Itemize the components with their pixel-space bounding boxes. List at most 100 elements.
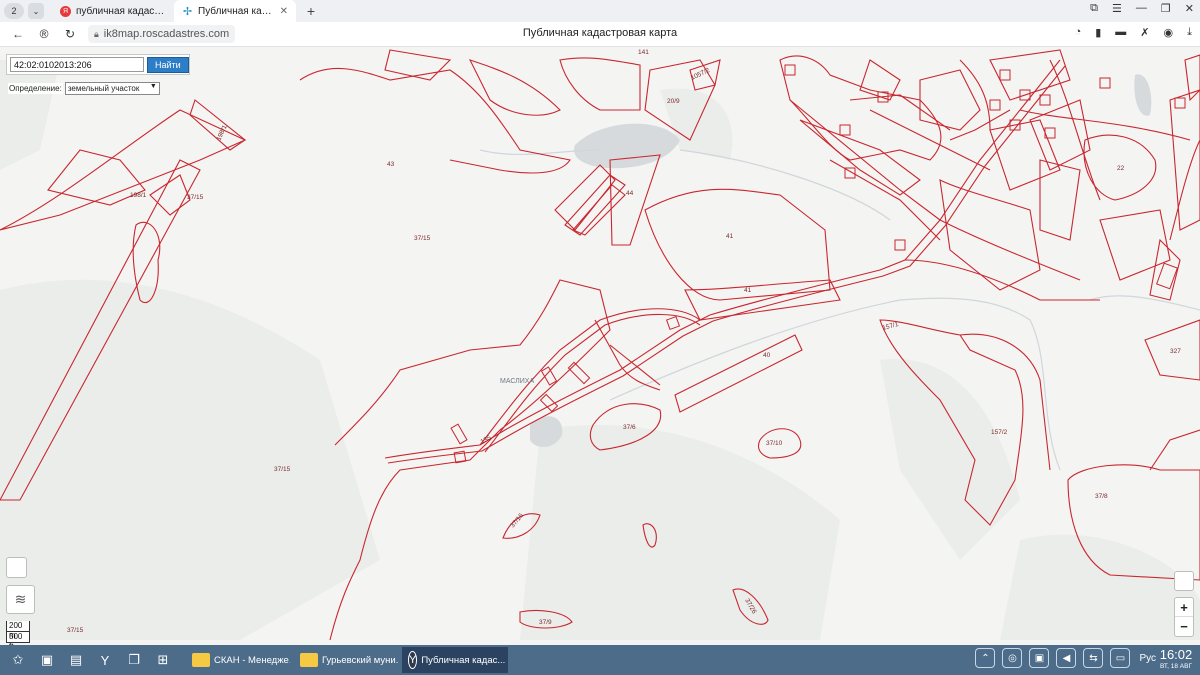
search-button[interactable]: Найти (146, 56, 189, 73)
close-icon[interactable]: ✕ (1185, 2, 1194, 15)
screenshot-icon[interactable]: ◎ (1002, 648, 1023, 668)
zoom-in-button[interactable]: + (1175, 598, 1193, 617)
task-label: СКАН - Менедже... (214, 654, 290, 666)
tab-inactive[interactable]: Я публичная кадастровая (52, 0, 174, 22)
parcel-label: 198/1 (215, 124, 228, 142)
reader-icon[interactable]: ◔ (1075, 26, 1082, 39)
download-icon[interactable]: ⤓ (1187, 26, 1192, 39)
volume-icon[interactable]: ◀ (1056, 648, 1077, 668)
definition-select[interactable]: земельный участок ▼ (64, 82, 160, 95)
parcel-label: 37/6 (623, 424, 636, 431)
camera-icon[interactable]: ▣ (1029, 648, 1050, 668)
parcel-label: 37/8 (1095, 493, 1108, 500)
river-layer (479, 149, 1200, 471)
map-canvas[interactable]: 141 1057/2 20/9 43 198/1 198/1 37/15 37/… (0, 47, 1200, 645)
cadastral-number-input[interactable] (10, 57, 144, 72)
road-layer (384, 59, 1200, 464)
minimize-icon[interactable]: — (1136, 2, 1147, 15)
parcel-label: 41 (744, 287, 752, 294)
chevron-down-icon: ▼ (149, 83, 157, 90)
yandex-browser-icon: Y (408, 651, 418, 669)
desktop-icon[interactable]: ▣ (36, 649, 58, 671)
toolbar-icons: ◔ ▮ ▬ ✗ ◉ ⤓ (1075, 26, 1192, 39)
back-arrow-icon[interactable]: ← (10, 26, 26, 42)
menu-icon[interactable]: ☰ (1112, 2, 1122, 15)
taskbar-task-active[interactable]: Y Публичная кадас... (402, 647, 508, 673)
parcel-label: 37/9 (539, 619, 552, 626)
locate-button[interactable] (1174, 571, 1194, 591)
taskbar-task[interactable]: СКАН - Менедже... (186, 647, 290, 673)
tab-counter[interactable]: 2 (4, 3, 24, 19)
screen: 2 ⌄ Я публичная кадастровая ✢ Публичная … (0, 0, 1200, 675)
folder-icon (300, 653, 318, 667)
close-icon[interactable]: ✕ (280, 6, 288, 17)
zoom-control: + − (1174, 597, 1194, 637)
parcel-label: 44 (626, 190, 634, 197)
url-text: ik8map.roscadastres.com (103, 28, 230, 40)
scale-imperial: 500 ft (6, 632, 30, 651)
language-indicator[interactable]: Рус (1139, 653, 1156, 664)
mask-icon[interactable]: ▬ (1115, 26, 1126, 39)
definition-row: Определение: земельный участок ▼ (8, 82, 160, 95)
definition-label: Определение: (8, 83, 63, 94)
tab-title: публичная кадастровая (76, 5, 166, 17)
fullscreen-button[interactable] (6, 557, 27, 578)
yandex-browser-icon[interactable]: Y (94, 649, 116, 671)
village-label: МАСЛИХА (500, 378, 534, 385)
taskbar: ✩ ▣ ▤ Y ❐ ⊞ СКАН - Менедже... Гурьевский… (0, 645, 1200, 675)
parcel-label: 37/15 (414, 235, 431, 242)
parcel-label: 41 (726, 233, 734, 240)
parcel-label: 198/1 (130, 192, 147, 199)
tab-active[interactable]: ✢ Публичная кадастров ✕ (174, 0, 296, 22)
tools-icon[interactable]: ✗ (1140, 26, 1149, 39)
parcel-label: 37/15 (187, 194, 204, 201)
url-field[interactable]: 🔒︎ ik8map.roscadastres.com (88, 25, 236, 43)
parcel-label: 37/15 (67, 627, 84, 634)
alice-icon[interactable]: ◉ (1164, 26, 1174, 39)
clock[interactable]: 16:02 ВТ, 18 АВГ (1156, 647, 1196, 671)
clock-date: ВТ, 18 АВГ (1160, 663, 1192, 670)
cadastre-icon: ✢ (182, 5, 193, 18)
tab-strip: 2 ⌄ Я публичная кадастровая ✢ Публичная … (0, 0, 1200, 22)
parcel-label: 20/9 (667, 98, 680, 105)
parcel-label: 157/2 (991, 429, 1008, 436)
clock-time: 16:02 (1159, 647, 1193, 662)
cadastral-map[interactable]: 141 1057/2 20/9 43 198/1 198/1 37/15 37/… (0, 47, 1200, 645)
parcel-label: 37/15 (274, 466, 291, 473)
search-panel: Найти (6, 54, 190, 75)
layers-button[interactable]: ≋ (6, 585, 35, 614)
parcel-label: 141 (638, 49, 649, 56)
taskbar-task[interactable]: Гурьевский муни... (294, 647, 398, 673)
new-tab-button[interactable]: + (302, 3, 320, 19)
extensions-icon[interactable]: ⧉ (1090, 2, 1098, 15)
layers-icon: ≋ (14, 591, 27, 607)
zoom-out-button[interactable]: − (1175, 617, 1193, 636)
tab-title: Публичная кадастров (198, 5, 276, 17)
parcel-label: 157/1 (882, 321, 900, 332)
folder-icon (192, 653, 210, 667)
display-icon[interactable]: ▭ (1110, 648, 1131, 668)
task-label: Гурьевский муни... (322, 654, 398, 666)
files-icon[interactable]: ▤ (65, 649, 87, 671)
definition-value: земельный участок (67, 84, 140, 93)
chevron-up-icon[interactable]: ⌃ (975, 648, 996, 668)
water-layer (530, 74, 1152, 447)
yandex-icon: Я (60, 5, 71, 17)
scale-metric: 200 m (6, 621, 30, 640)
parcel-label: 327 (1170, 348, 1181, 355)
restore-icon[interactable]: ❐ (1161, 2, 1171, 15)
protect-icon[interactable]: ® (36, 26, 52, 42)
system-tray: ⌃ ◎ ▣ ◀ ⇆ ▭ Рус (975, 648, 1156, 668)
chevron-down-icon[interactable]: ⌄ (28, 3, 44, 19)
windows-icon[interactable]: ❐ (123, 649, 145, 671)
usb-icon[interactable]: ⇆ (1083, 648, 1104, 668)
start-star-icon[interactable]: ✩ (7, 649, 29, 671)
network-icon[interactable]: ⊞ (152, 649, 174, 671)
parcel-label: 37/16 (509, 512, 525, 529)
bookmark-icon[interactable]: ▮ (1095, 26, 1101, 39)
parcel-label: 43 (387, 161, 395, 168)
parcel-label: 40 (763, 352, 771, 359)
task-label: Публичная кадас... (421, 654, 506, 666)
reload-icon[interactable]: ↻ (62, 26, 78, 42)
parcel-label: 22 (1117, 165, 1125, 172)
